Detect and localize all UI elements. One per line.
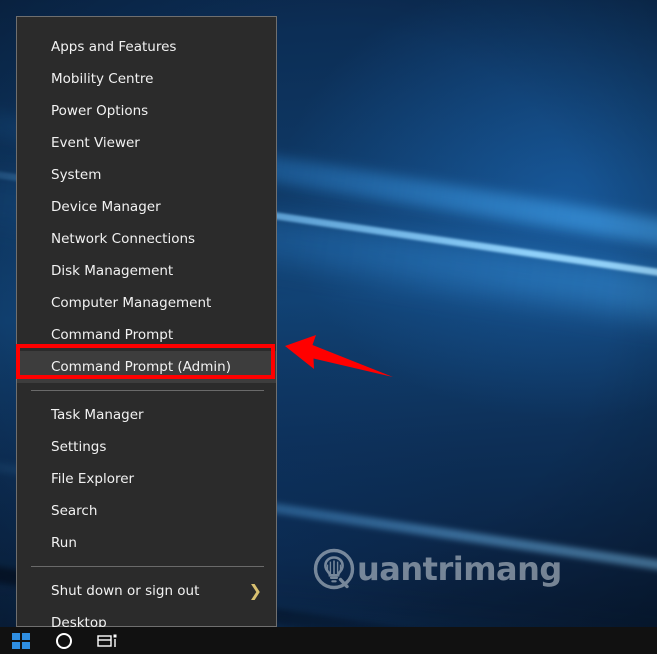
menu-item-search[interactable]: Search [17,495,276,527]
menu-item-label: Event Viewer [51,135,140,151]
menu-item-label: Network Connections [51,231,196,247]
menu-item-command-prompt[interactable]: Command Prompt [17,319,276,351]
menu-item-label: Computer Management [51,295,212,311]
menu-item-label: Shut down or sign out [51,583,200,599]
menu-item-label: Settings [51,439,107,455]
menu-item-label: File Explorer [51,471,135,487]
menu-item-label: Command Prompt [51,327,174,343]
chevron-right-icon: ❯ [248,581,262,600]
menu-item-label: Device Manager [51,199,161,215]
task-view-icon [97,634,117,647]
winx-power-user-menu[interactable]: Apps and Features Mobility Centre Power … [16,16,277,631]
menu-group-system: Apps and Features Mobility Centre Power … [17,31,276,383]
menu-item-disk-management[interactable]: Disk Management [17,255,276,287]
menu-item-task-manager[interactable]: Task Manager [17,399,276,431]
desktop-screen: uantrimang Apps and Features Mobility Ce… [0,0,657,654]
menu-item-command-prompt-admin[interactable]: Command Prompt (Admin) [17,351,276,383]
menu-item-device-manager[interactable]: Device Manager [17,191,276,223]
menu-item-label: Apps and Features [51,39,177,55]
taskbar[interactable] [0,627,657,654]
menu-item-system[interactable]: System [17,159,276,191]
menu-separator-1 [31,390,264,391]
menu-item-label: Mobility Centre [51,71,154,87]
menu-item-network-connections[interactable]: Network Connections [17,223,276,255]
menu-item-apps-and-features[interactable]: Apps and Features [17,31,276,63]
start-button[interactable] [0,627,42,654]
menu-separator-2 [31,566,264,567]
menu-item-settings[interactable]: Settings [17,431,276,463]
menu-item-label: Power Options [51,103,149,119]
windows-logo-icon [12,632,30,649]
menu-item-label: System [51,167,102,183]
menu-item-label: Disk Management [51,263,174,279]
menu-item-run[interactable]: Run [17,527,276,559]
menu-group-tools: Task Manager Settings File Explorer Sear… [17,399,276,559]
menu-item-file-explorer[interactable]: File Explorer [17,463,276,495]
task-view-button[interactable] [86,627,130,654]
menu-item-event-viewer[interactable]: Event Viewer [17,127,276,159]
menu-item-mobility-centre[interactable]: Mobility Centre [17,63,276,95]
menu-item-label: Run [51,535,77,551]
menu-item-label: Task Manager [51,407,144,423]
menu-item-shut-down-or-sign-out[interactable]: Shut down or sign out ❯ [17,575,276,607]
cortana-button[interactable] [42,627,86,654]
menu-item-label: Search [51,503,98,519]
menu-item-label: Command Prompt (Admin) [51,359,231,375]
cortana-circle-icon [56,632,72,649]
menu-item-power-options[interactable]: Power Options [17,95,276,127]
menu-item-computer-management[interactable]: Computer Management [17,287,276,319]
